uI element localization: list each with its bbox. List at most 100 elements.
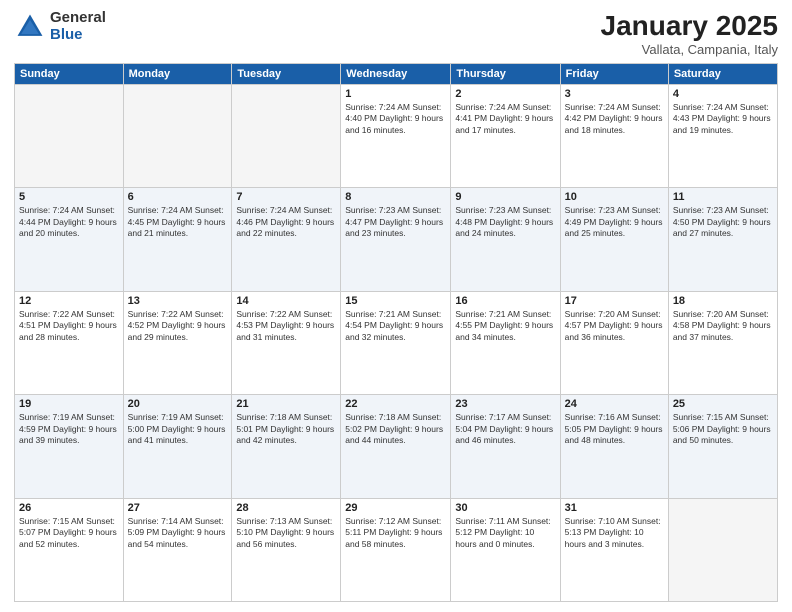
day-info: Sunrise: 7:24 AM Sunset: 4:43 PM Dayligh… xyxy=(673,102,773,136)
day-info: Sunrise: 7:24 AM Sunset: 4:42 PM Dayligh… xyxy=(565,102,664,136)
logo-general: General xyxy=(50,10,106,27)
calendar-day-cell: 31Sunrise: 7:10 AM Sunset: 5:13 PM Dayli… xyxy=(560,498,668,601)
day-number: 10 xyxy=(565,191,664,203)
day-info: Sunrise: 7:10 AM Sunset: 5:13 PM Dayligh… xyxy=(565,516,664,550)
day-info: Sunrise: 7:24 AM Sunset: 4:46 PM Dayligh… xyxy=(236,205,336,239)
day-info: Sunrise: 7:16 AM Sunset: 5:05 PM Dayligh… xyxy=(565,412,664,446)
day-info: Sunrise: 7:15 AM Sunset: 5:06 PM Dayligh… xyxy=(673,412,773,446)
day-number: 23 xyxy=(455,398,555,410)
calendar-day-cell: 6 Sunrise: 7:24 AM Sunset: 4:45 PM Daylig… xyxy=(123,188,232,291)
calendar-weekday-header: Wednesday xyxy=(341,64,451,85)
calendar-weekday-header: Saturday xyxy=(668,64,777,85)
day-info: Sunrise: 7:23 AM Sunset: 4:50 PM Dayligh… xyxy=(673,205,773,239)
calendar-day-cell: 9Sunrise: 7:23 AM Sunset: 4:48 PM Daylig… xyxy=(451,188,560,291)
day-info: Sunrise: 7:23 AM Sunset: 4:48 PM Dayligh… xyxy=(455,205,555,239)
location: Vallata, Campania, Italy xyxy=(601,42,778,57)
calendar-day-cell: 17 Sunrise: 7:20 AM Sunset: 4:57 PM Dayli… xyxy=(560,291,668,394)
day-info: Sunrise: 7:13 AM Sunset: 5:10 PM Dayligh… xyxy=(236,516,336,550)
calendar-day-cell: 20 Sunrise: 7:19 AM Sunset: 5:00 PM Dayli… xyxy=(123,395,232,498)
day-number: 12 xyxy=(19,295,119,307)
header: General Blue January 2025 Vallata, Campa… xyxy=(14,10,778,57)
calendar-day-cell: 11 Sunrise: 7:23 AM Sunset: 4:50 PM Dayli… xyxy=(668,188,777,291)
calendar-weekday-header: Friday xyxy=(560,64,668,85)
title-block: January 2025 Vallata, Campania, Italy xyxy=(601,10,778,57)
calendar-day-cell: 10 Sunrise: 7:23 AM Sunset: 4:49 PM Dayli… xyxy=(560,188,668,291)
day-info: Sunrise: 7:24 AM Sunset: 4:45 PM Dayligh… xyxy=(128,205,228,239)
calendar-day-cell: 7 Sunrise: 7:24 AM Sunset: 4:46 PM Daylig… xyxy=(232,188,341,291)
day-number: 11 xyxy=(673,191,773,203)
calendar-day-cell: 1 Sunrise: 7:24 AM Sunset: 4:40 PM Daylig… xyxy=(341,85,451,188)
calendar-day-cell: 25 Sunrise: 7:15 AM Sunset: 5:06 PM Dayli… xyxy=(668,395,777,498)
day-number: 27 xyxy=(128,502,228,514)
page: General Blue January 2025 Vallata, Campa… xyxy=(0,0,792,612)
calendar-day-cell: 5 Sunrise: 7:24 AM Sunset: 4:44 PM Daylig… xyxy=(15,188,124,291)
calendar-day-cell: 22Sunrise: 7:18 AM Sunset: 5:02 PM Dayli… xyxy=(341,395,451,498)
calendar-day-cell: 2Sunrise: 7:24 AM Sunset: 4:41 PM Daylig… xyxy=(451,85,560,188)
day-number: 5 xyxy=(19,191,119,203)
day-info: Sunrise: 7:14 AM Sunset: 5:09 PM Dayligh… xyxy=(128,516,228,550)
calendar-weekday-header: Tuesday xyxy=(232,64,341,85)
logo-text: General Blue xyxy=(50,10,106,43)
day-number: 3 xyxy=(565,88,664,100)
day-number: 6 xyxy=(128,191,228,203)
calendar-week-row: 19Sunrise: 7:19 AM Sunset: 4:59 PM Dayli… xyxy=(15,395,778,498)
day-info: Sunrise: 7:12 AM Sunset: 5:11 PM Dayligh… xyxy=(345,516,446,550)
day-info: Sunrise: 7:15 AM Sunset: 5:07 PM Dayligh… xyxy=(19,516,119,550)
logo-icon xyxy=(14,11,46,43)
month-title: January 2025 xyxy=(601,10,778,42)
day-number: 13 xyxy=(128,295,228,307)
calendar-day-cell: 16Sunrise: 7:21 AM Sunset: 4:55 PM Dayli… xyxy=(451,291,560,394)
calendar-week-row: 12Sunrise: 7:22 AM Sunset: 4:51 PM Dayli… xyxy=(15,291,778,394)
calendar-day-cell: 27 Sunrise: 7:14 AM Sunset: 5:09 PM Dayli… xyxy=(123,498,232,601)
day-info: Sunrise: 7:18 AM Sunset: 5:02 PM Dayligh… xyxy=(345,412,446,446)
day-info: Sunrise: 7:21 AM Sunset: 4:54 PM Dayligh… xyxy=(345,309,446,343)
day-info: Sunrise: 7:19 AM Sunset: 4:59 PM Dayligh… xyxy=(19,412,119,446)
calendar-week-row: 1 Sunrise: 7:24 AM Sunset: 4:40 PM Daylig… xyxy=(15,85,778,188)
calendar-day-cell: 24Sunrise: 7:16 AM Sunset: 5:05 PM Dayli… xyxy=(560,395,668,498)
calendar-day-cell xyxy=(15,85,124,188)
calendar-day-cell: 29Sunrise: 7:12 AM Sunset: 5:11 PM Dayli… xyxy=(341,498,451,601)
day-info: Sunrise: 7:19 AM Sunset: 5:00 PM Dayligh… xyxy=(128,412,228,446)
day-info: Sunrise: 7:20 AM Sunset: 4:57 PM Dayligh… xyxy=(565,309,664,343)
calendar-day-cell xyxy=(668,498,777,601)
calendar-day-cell: 26 Sunrise: 7:15 AM Sunset: 5:07 PM Dayli… xyxy=(15,498,124,601)
calendar-day-cell: 14 Sunrise: 7:22 AM Sunset: 4:53 PM Dayli… xyxy=(232,291,341,394)
day-info: Sunrise: 7:24 AM Sunset: 4:40 PM Dayligh… xyxy=(345,102,446,136)
calendar-weekday-header: Thursday xyxy=(451,64,560,85)
calendar-day-cell xyxy=(232,85,341,188)
calendar-header-row: SundayMondayTuesdayWednesdayThursdayFrid… xyxy=(15,64,778,85)
calendar-weekday-header: Monday xyxy=(123,64,232,85)
calendar-day-cell: 12Sunrise: 7:22 AM Sunset: 4:51 PM Dayli… xyxy=(15,291,124,394)
day-number: 4 xyxy=(673,88,773,100)
calendar-week-row: 5 Sunrise: 7:24 AM Sunset: 4:44 PM Daylig… xyxy=(15,188,778,291)
day-number: 2 xyxy=(455,88,555,100)
day-number: 14 xyxy=(236,295,336,307)
day-number: 1 xyxy=(345,88,446,100)
day-info: Sunrise: 7:20 AM Sunset: 4:58 PM Dayligh… xyxy=(673,309,773,343)
calendar-day-cell: 8Sunrise: 7:23 AM Sunset: 4:47 PM Daylig… xyxy=(341,188,451,291)
day-number: 15 xyxy=(345,295,446,307)
calendar-day-cell: 18 Sunrise: 7:20 AM Sunset: 4:58 PM Dayli… xyxy=(668,291,777,394)
calendar-day-cell: 30Sunrise: 7:11 AM Sunset: 5:12 PM Dayli… xyxy=(451,498,560,601)
day-number: 28 xyxy=(236,502,336,514)
calendar-table: SundayMondayTuesdayWednesdayThursdayFrid… xyxy=(14,63,778,602)
calendar-day-cell: 28 Sunrise: 7:13 AM Sunset: 5:10 PM Dayli… xyxy=(232,498,341,601)
day-number: 18 xyxy=(673,295,773,307)
day-number: 16 xyxy=(455,295,555,307)
calendar-day-cell: 21Sunrise: 7:18 AM Sunset: 5:01 PM Dayli… xyxy=(232,395,341,498)
day-info: Sunrise: 7:17 AM Sunset: 5:04 PM Dayligh… xyxy=(455,412,555,446)
day-info: Sunrise: 7:24 AM Sunset: 4:44 PM Dayligh… xyxy=(19,205,119,239)
day-number: 17 xyxy=(565,295,664,307)
calendar-day-cell: 15 Sunrise: 7:21 AM Sunset: 4:54 PM Dayli… xyxy=(341,291,451,394)
day-number: 30 xyxy=(455,502,555,514)
day-info: Sunrise: 7:18 AM Sunset: 5:01 PM Dayligh… xyxy=(236,412,336,446)
day-number: 26 xyxy=(19,502,119,514)
day-info: Sunrise: 7:22 AM Sunset: 4:52 PM Dayligh… xyxy=(128,309,228,343)
day-number: 20 xyxy=(128,398,228,410)
day-info: Sunrise: 7:23 AM Sunset: 4:49 PM Dayligh… xyxy=(565,205,664,239)
day-number: 7 xyxy=(236,191,336,203)
day-info: Sunrise: 7:22 AM Sunset: 4:53 PM Dayligh… xyxy=(236,309,336,343)
day-number: 25 xyxy=(673,398,773,410)
calendar-day-cell: 4 Sunrise: 7:24 AM Sunset: 4:43 PM Daylig… xyxy=(668,85,777,188)
day-number: 8 xyxy=(345,191,446,203)
